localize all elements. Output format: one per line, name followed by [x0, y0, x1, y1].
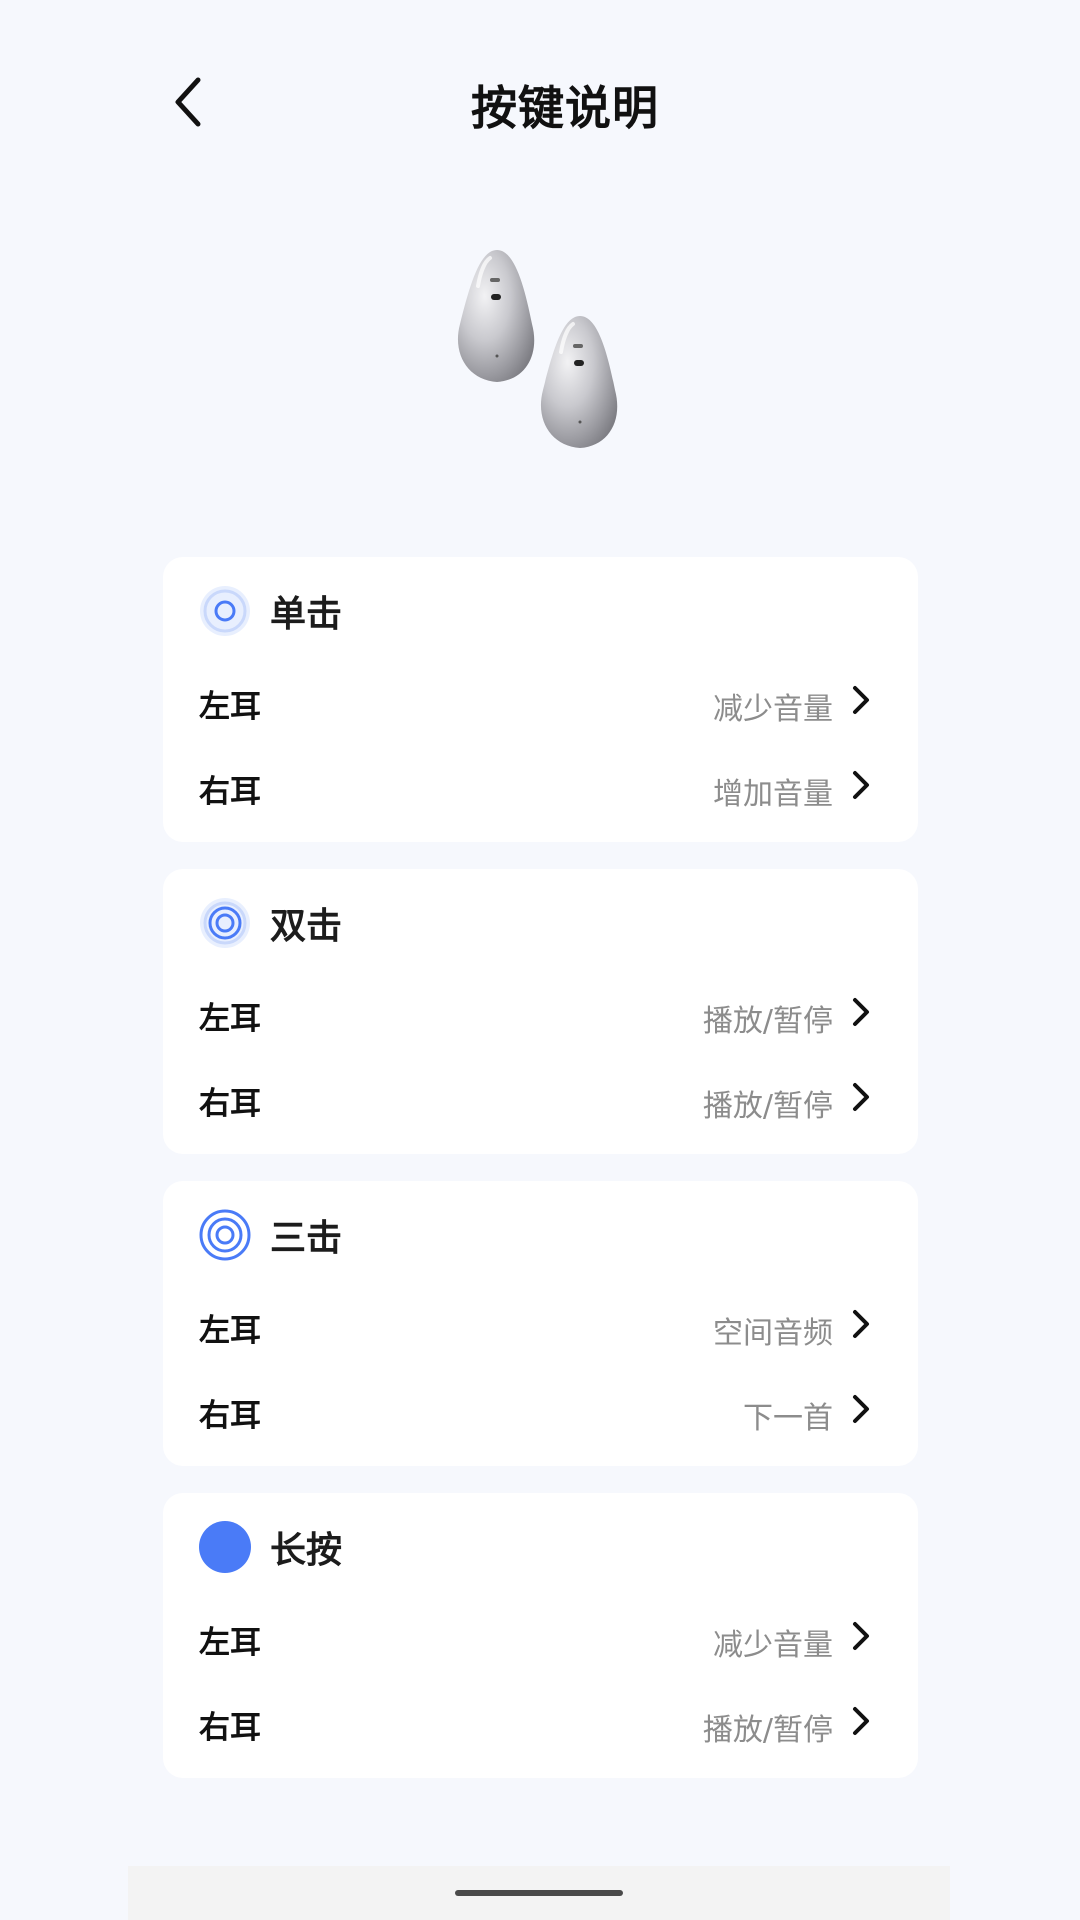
chevron-right-icon — [853, 771, 869, 799]
row-right-ear[interactable]: 右耳 增加音量 — [163, 752, 918, 822]
row-value: 减少音量 — [713, 692, 833, 727]
card-title: 长按 — [270, 1530, 343, 1571]
row-value: 播放/暂停 — [702, 1004, 833, 1039]
chevron-right-icon — [853, 1310, 869, 1338]
chevron-right-icon — [853, 1622, 869, 1650]
row-left-ear[interactable]: 左耳 减少音量 — [163, 1603, 918, 1673]
header: 按键说明 — [0, 0, 1080, 200]
gesture-card-triple: 三击 左耳 空间音频 右耳 下一首 — [163, 1181, 918, 1466]
row-value: 减少音量 — [713, 1628, 833, 1663]
row-value: 增加音量 — [713, 777, 833, 812]
card-title: 双击 — [270, 906, 343, 947]
row-right-ear[interactable]: 右耳 播放/暂停 — [163, 1064, 918, 1134]
long-press-icon — [199, 1521, 251, 1573]
row-label: 右耳 — [199, 1710, 261, 1746]
chevron-right-icon — [853, 998, 869, 1026]
card-header: 长按 — [199, 1519, 342, 1575]
row-label: 右耳 — [199, 1086, 261, 1122]
row-label: 左耳 — [199, 1313, 261, 1349]
earbuds-image — [450, 244, 630, 454]
gesture-card-double: 双击 左耳 播放/暂停 右耳 播放/暂停 — [163, 869, 918, 1154]
card-header: 单击 — [199, 583, 342, 639]
triple-tap-icon — [199, 1209, 251, 1261]
page-title: 按键说明 — [471, 81, 659, 135]
card-title: 三击 — [270, 1218, 343, 1259]
gesture-card-single: 单击 左耳 减少音量 右耳 增加音量 — [163, 557, 918, 842]
card-header: 双击 — [199, 895, 342, 951]
row-right-ear[interactable]: 右耳 播放/暂停 — [163, 1688, 918, 1758]
row-value: 播放/暂停 — [702, 1089, 833, 1124]
card-header: 三击 — [199, 1207, 342, 1263]
chevron-right-icon — [853, 1395, 869, 1423]
single-tap-icon — [200, 586, 250, 636]
chevron-right-icon — [853, 686, 869, 714]
chevron-right-icon — [853, 1707, 869, 1735]
row-left-ear[interactable]: 左耳 减少音量 — [163, 667, 918, 737]
gesture-card-long-press: 长按 左耳 减少音量 右耳 播放/暂停 — [163, 1493, 918, 1778]
row-value: 下一首 — [743, 1401, 833, 1436]
row-right-ear[interactable]: 右耳 下一首 — [163, 1376, 918, 1446]
home-indicator[interactable] — [455, 1890, 623, 1896]
chevron-right-icon — [853, 1083, 869, 1111]
row-label: 右耳 — [199, 1398, 261, 1434]
row-label: 右耳 — [199, 774, 261, 810]
row-label: 左耳 — [199, 689, 261, 725]
card-title: 单击 — [270, 594, 343, 635]
double-tap-icon — [200, 898, 250, 948]
row-label: 左耳 — [199, 1625, 261, 1661]
row-value: 播放/暂停 — [702, 1713, 833, 1748]
row-left-ear[interactable]: 左耳 播放/暂停 — [163, 979, 918, 1049]
row-value: 空间音频 — [713, 1316, 833, 1351]
row-label: 左耳 — [199, 1001, 261, 1037]
row-left-ear[interactable]: 左耳 空间音频 — [163, 1291, 918, 1361]
